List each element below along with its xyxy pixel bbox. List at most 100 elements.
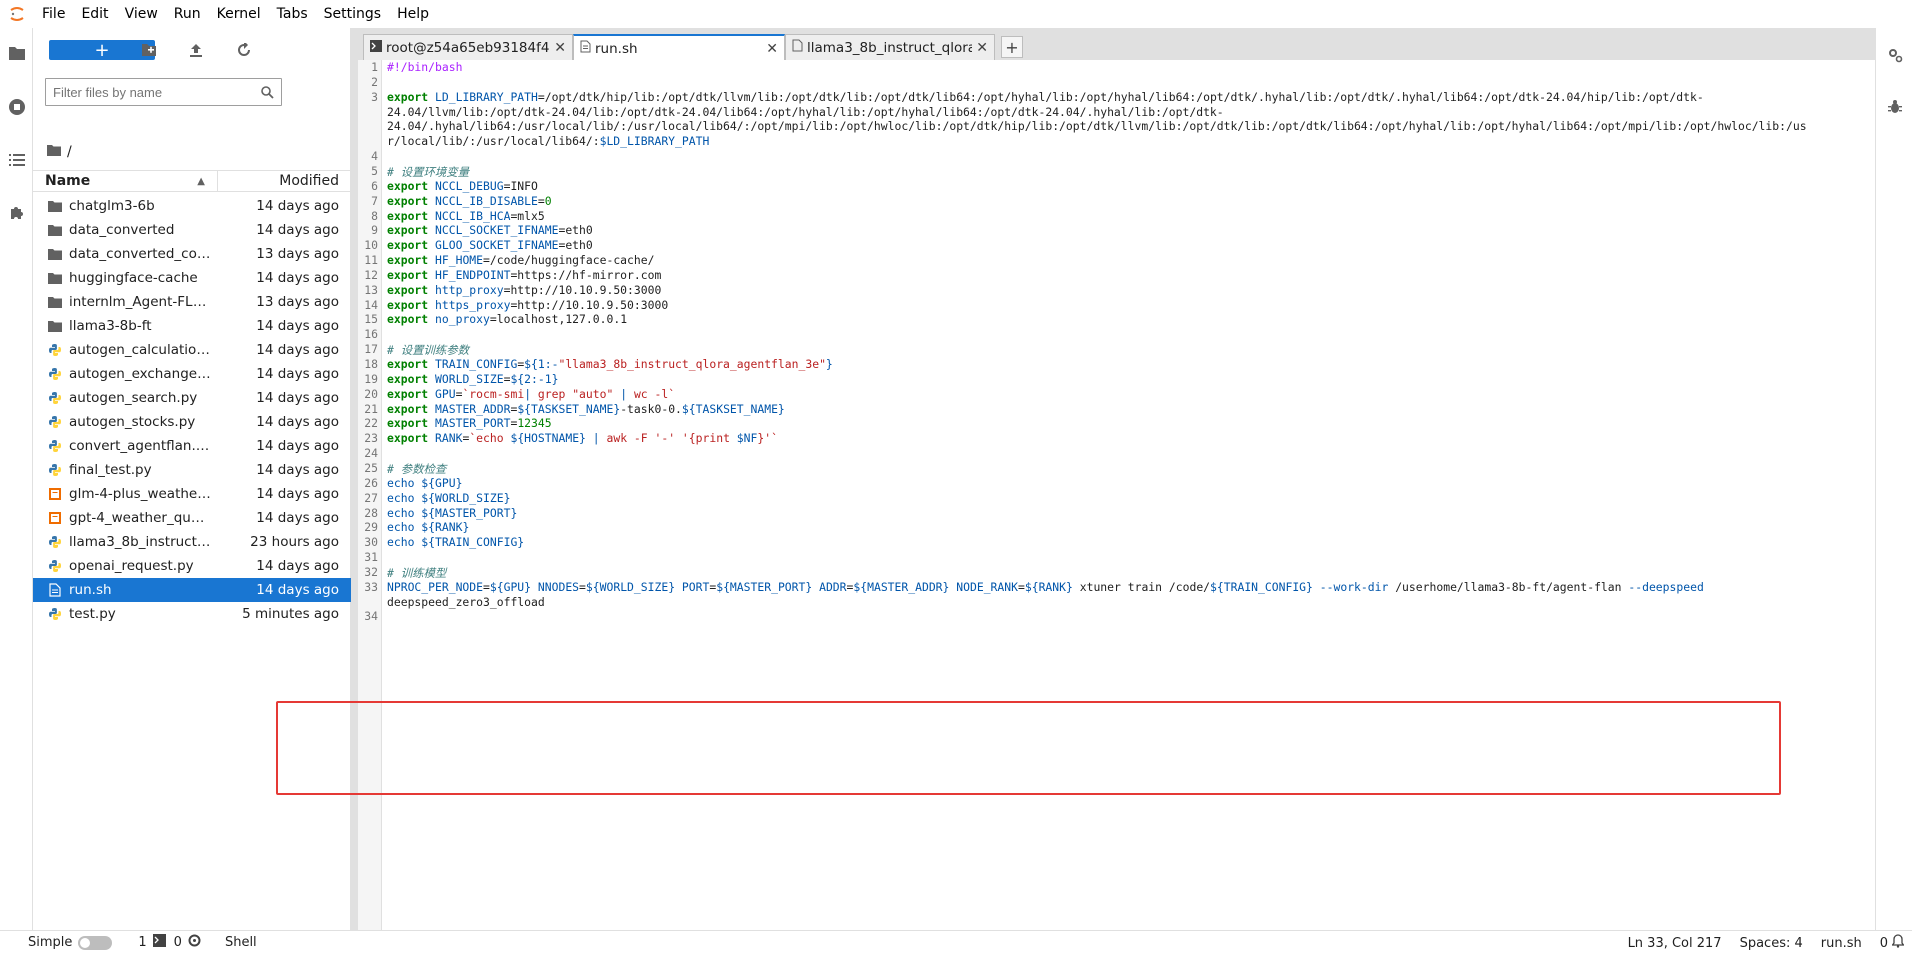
file-row[interactable]: autogen_search.py 14 days ago <box>33 386 351 410</box>
file-row[interactable]: data_converted 14 days ago <box>33 218 351 242</box>
file-row[interactable]: huggingface-cache 14 days ago <box>33 266 351 290</box>
code-text: echo ${MASTER_PORT} <box>387 505 518 520</box>
file-row[interactable]: llama3_8b_instruct_ql... 23 hours ago <box>33 530 351 554</box>
code-text: export http_proxy=http://10.10.9.50:3000 <box>387 282 662 297</box>
code-text: export no_proxy=localhost,127.0.0.1 <box>387 312 628 327</box>
running-sessions-icon[interactable] <box>0 92 33 122</box>
menu-view[interactable]: View <box>117 0 166 28</box>
kernel-count[interactable]: 0 <box>174 934 201 951</box>
file-row[interactable]: autogen_exchanges.py 14 days ago <box>33 362 351 386</box>
code-text: export LD_LIBRARY_PATH=/opt/dtk/hip/lib:… <box>387 89 1704 104</box>
cursor-position[interactable]: Ln 33, Col 217 <box>1628 936 1722 951</box>
status-bar: Simple 1 0 Shell Ln 33, Col 217 Spaces: … <box>0 930 1912 954</box>
python-file-icon <box>47 390 63 406</box>
code-text: export HF_HOME=/code/huggingface-cache/ <box>387 253 655 268</box>
file-row[interactable]: autogen_calculations... 14 days ago <box>33 338 351 362</box>
line-number: 30 <box>364 535 378 550</box>
code-text: export NCCL_DEBUG=INFO <box>387 178 538 193</box>
breadcrumb-root[interactable]: / <box>67 144 72 160</box>
menu-run[interactable]: Run <box>166 0 209 28</box>
notification-area[interactable]: 0 <box>1880 934 1905 952</box>
code-text: # 设置训练参数 <box>387 343 470 358</box>
code-editor[interactable]: 1 #!/bin/bash 2 3 export LD_LIBRARY_PATH=/op… <box>357 60 1875 930</box>
folder-icon <box>47 318 63 334</box>
file-modified: 5 minutes ago <box>242 606 339 622</box>
line-number: 1 <box>371 60 378 74</box>
file-row[interactable]: internlm_Agent-FLAN... 13 days ago <box>33 290 351 314</box>
file-modified: 14 days ago <box>256 510 339 526</box>
file-row[interactable]: llama3-8b-ft 14 days ago <box>33 314 351 338</box>
menu-tabs[interactable]: Tabs <box>269 0 316 28</box>
upload-icon[interactable] <box>184 38 208 62</box>
debugger-bug-icon[interactable] <box>1876 92 1912 122</box>
column-modified-header[interactable]: Modified <box>218 173 351 189</box>
menu-kernel[interactable]: Kernel <box>209 0 269 28</box>
line-number: 5 <box>371 163 378 178</box>
filter-files-input[interactable] <box>53 80 253 104</box>
line-number: 17 <box>364 342 378 357</box>
root-folder-icon[interactable] <box>47 144 61 160</box>
folder-icon <box>47 294 63 310</box>
terminal-icon <box>370 39 382 56</box>
file-row[interactable]: run.sh 14 days ago <box>33 578 351 602</box>
indent-spaces[interactable]: Spaces: 4 <box>1740 936 1803 951</box>
menu-items: File Edit View Run Kernel Tabs Settings … <box>34 0 437 28</box>
line-number: 7 <box>371 193 378 208</box>
simple-mode: Simple <box>28 935 113 950</box>
property-inspector-gear-icon[interactable] <box>1876 40 1912 70</box>
file-name: gpt-4_weather_query.... <box>69 510 212 526</box>
line-number: 8 <box>371 208 378 223</box>
file-modified: 14 days ago <box>256 438 339 454</box>
close-icon[interactable]: ✕ <box>762 41 778 57</box>
table-of-contents-icon[interactable] <box>0 145 33 175</box>
file-row[interactable]: openai_request.py 14 days ago <box>33 554 351 578</box>
tab-terminal-label: root@z54a65eb93184f459 <box>386 39 551 56</box>
new-folder-icon[interactable] <box>137 38 161 62</box>
tab-bar: root@z54a65eb93184f459 ✕ run.sh ✕ llama3… <box>357 28 1875 61</box>
file-row[interactable]: data_converted_conv... 13 days ago <box>33 242 351 266</box>
file-row[interactable]: test.py 5 minutes ago <box>33 602 351 626</box>
python-file-icon <box>47 606 63 622</box>
file-modified: 13 days ago <box>256 246 339 262</box>
refresh-icon[interactable] <box>232 38 256 62</box>
notebook-icon <box>47 486 63 502</box>
file-modified: 14 days ago <box>256 414 339 430</box>
terminal-count[interactable]: 1 <box>138 934 166 951</box>
tab-terminal[interactable]: root@z54a65eb93184f459 ✕ <box>363 34 573 60</box>
kernel-gear-icon <box>188 934 201 951</box>
text-file-icon <box>47 582 63 598</box>
status-filename: run.sh <box>1820 935 1862 951</box>
tab-notebook[interactable]: llama3_8b_instruct_qlora_a ✕ <box>785 34 995 60</box>
file-row[interactable]: chatglm3-6b 14 days ago <box>33 194 351 218</box>
file-row[interactable]: autogen_stocks.py 14 days ago <box>33 410 351 434</box>
column-name-header[interactable]: Name ▲ <box>33 171 218 191</box>
line-number: 27 <box>364 490 378 505</box>
file-row[interactable]: convert_agentflan.py 14 days ago <box>33 434 351 458</box>
file-row[interactable]: glm-4-plus_weather_... 14 days ago <box>33 482 351 506</box>
menu-help[interactable]: Help <box>389 0 437 28</box>
add-tab-button[interactable]: + <box>1001 36 1023 58</box>
simple-mode-toggle[interactable] <box>78 935 113 950</box>
shell-label[interactable]: Shell <box>225 935 257 950</box>
code-text: export HF_ENDPOINT=https://hf-mirror.com <box>387 267 662 282</box>
bell-icon <box>1891 934 1905 952</box>
notebook-icon <box>47 510 63 526</box>
code-text: # 参数检查 <box>387 461 447 476</box>
code-text: deepspeed_zero3_offload <box>387 594 545 609</box>
menu-settings[interactable]: Settings <box>316 0 389 28</box>
line-number: 21 <box>364 401 378 416</box>
file-modified: 14 days ago <box>256 486 339 502</box>
file-row[interactable]: gpt-4_weather_query.... 14 days ago <box>33 506 351 530</box>
python-file-icon <box>47 462 63 478</box>
menu-edit[interactable]: Edit <box>73 0 116 28</box>
extension-puzzle-icon[interactable] <box>0 198 33 228</box>
file-modified: 14 days ago <box>256 222 339 238</box>
menu-file[interactable]: File <box>34 0 73 28</box>
close-icon[interactable]: ✕ <box>972 40 988 56</box>
folder-icon[interactable] <box>0 38 33 68</box>
file-modified: 14 days ago <box>256 462 339 478</box>
tab-run-sh[interactable]: run.sh ✕ <box>573 34 785 61</box>
sort-ascending-icon: ▲ <box>197 175 205 187</box>
file-row[interactable]: final_test.py 14 days ago <box>33 458 351 482</box>
close-icon[interactable]: ✕ <box>550 40 566 56</box>
